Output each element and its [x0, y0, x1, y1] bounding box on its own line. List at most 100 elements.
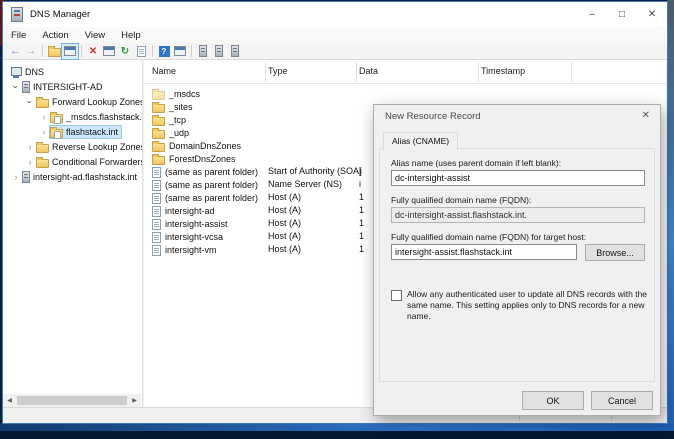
tree-item-dns[interactable]: DNS — [3, 64, 142, 79]
record-icon — [152, 219, 161, 230]
tree-horizontal-scrollbar[interactable]: ◀ ▶ — [3, 394, 141, 407]
record-name: (same as parent folder) — [165, 180, 258, 190]
record-name: _tcp — [169, 115, 186, 125]
column-separator[interactable] — [356, 62, 357, 82]
cancel-button[interactable]: Cancel — [591, 391, 653, 410]
record-name: (same as parent folder) — [165, 167, 258, 177]
server-icon — [22, 171, 30, 183]
record-type: Host (A) — [268, 205, 301, 215]
scroll-left-icon[interactable]: ◀ — [3, 397, 16, 404]
folder-icon — [36, 144, 49, 153]
record-data: i — [359, 179, 361, 189]
tree-item-label: flashstack.int — [63, 126, 121, 138]
properties-icon — [103, 46, 115, 56]
tree-item-intersight-ad-flashstack-int[interactable]: › intersight-ad.flashstack.int — [3, 169, 142, 184]
toolbar-separator — [81, 45, 82, 57]
delete-button[interactable]: ✕ — [85, 44, 101, 59]
column-separator[interactable] — [265, 62, 266, 82]
server-tool-icon — [215, 45, 223, 57]
chevron-down-icon[interactable]: › — [25, 96, 35, 108]
selected-tree-item: flashstack.int — [50, 126, 121, 138]
toolbar-extra-button-1[interactable] — [195, 44, 211, 59]
menu-view[interactable]: View — [77, 30, 113, 41]
folder-up-icon — [48, 48, 61, 57]
toolbar-extra-button-3[interactable] — [227, 44, 243, 59]
maximize-button[interactable]: □ — [607, 2, 637, 27]
chevron-right-icon[interactable]: › — [10, 172, 22, 182]
browse-button[interactable]: Browse... — [585, 244, 645, 261]
record-type: Host (A) — [268, 192, 301, 202]
server-icon — [22, 81, 30, 93]
scroll-right-icon[interactable]: ▶ — [128, 397, 141, 404]
window-title: DNS Manager — [30, 2, 90, 27]
tree-item-intersight-ad[interactable]: › INTERSIGHT-AD — [3, 79, 142, 94]
dialog-title-bar[interactable]: New Resource Record ✕ — [374, 105, 660, 129]
menu-help[interactable]: Help — [113, 30, 149, 41]
refresh-button[interactable]: ↻ — [117, 44, 133, 59]
tree-item-label: INTERSIGHT-AD — [30, 81, 106, 93]
toolbar-separator — [191, 45, 192, 57]
column-header-name[interactable]: Name — [152, 66, 176, 76]
menu-file[interactable]: File — [3, 30, 34, 41]
fqdn-label: Fully qualified domain name (FQDN): — [391, 195, 531, 205]
server-tool-icon — [231, 45, 239, 57]
export-list-button[interactable] — [133, 44, 149, 59]
chevron-right-icon[interactable]: › — [38, 112, 50, 122]
record-name: (same as parent folder) — [165, 193, 258, 203]
folder-icon — [152, 104, 165, 113]
dialog-tab-panel: Alias name (uses parent domain if left b… — [379, 148, 655, 382]
column-header-data[interactable]: Data — [359, 66, 378, 76]
record-name: ForestDnsZones — [169, 154, 236, 164]
show-action-pane-button[interactable] — [172, 44, 188, 59]
ok-button[interactable]: OK — [522, 391, 584, 410]
show-console-tree-button[interactable] — [62, 44, 78, 59]
target-host-input[interactable] — [391, 244, 577, 260]
tab-alias-cname[interactable]: Alias (CNAME) — [383, 132, 458, 151]
help-button[interactable]: ? — [156, 44, 172, 59]
record-name: intersight-ad — [165, 206, 215, 216]
minimize-button[interactable]: – — [577, 2, 607, 27]
title-bar[interactable]: DNS Manager – □ ✕ — [3, 2, 667, 27]
tree-item-conditional-forwarders[interactable]: › Conditional Forwarders — [3, 154, 142, 169]
tree-item-forward-lookup-zones[interactable]: › Forward Lookup Zones — [3, 94, 142, 109]
chevron-down-icon[interactable]: › — [11, 81, 21, 93]
column-header-timestamp[interactable]: Timestamp — [481, 66, 525, 76]
folder-icon — [152, 156, 165, 165]
record-data: [ — [359, 166, 362, 176]
list-row[interactable]: _msdcs — [144, 87, 666, 100]
dialog-close-icon[interactable]: ✕ — [642, 110, 650, 121]
column-separator[interactable] — [571, 62, 572, 82]
record-icon — [152, 245, 161, 256]
tree-item-flashstack-int[interactable]: › flashstack.int — [3, 124, 142, 139]
toolbar-extra-button-2[interactable] — [211, 44, 227, 59]
back-icon[interactable]: ← — [7, 44, 23, 59]
record-icon — [152, 232, 161, 243]
scrollbar-thumb[interactable] — [17, 396, 127, 405]
checkbox-unchecked-icon[interactable] — [391, 290, 402, 301]
folder-icon — [152, 130, 165, 139]
tree-item-msdcs-flashstack-int[interactable]: › _msdcs.flashstack.int — [3, 109, 142, 124]
forward-icon[interactable]: → — [23, 44, 39, 59]
desktop-background — [667, 0, 674, 439]
checkbox-label: Allow any authenticated user to update a… — [407, 289, 648, 322]
tree-item-reverse-lookup-zones[interactable]: › Reverse Lookup Zones — [3, 139, 142, 154]
record-type: Name Server (NS) — [268, 179, 342, 189]
up-one-level-button[interactable] — [46, 44, 62, 59]
column-header-type[interactable]: Type — [268, 66, 288, 76]
chevron-right-icon[interactable]: › — [38, 127, 50, 137]
folder-icon — [152, 117, 165, 126]
folder-icon — [152, 143, 165, 152]
column-separator[interactable] — [478, 62, 479, 82]
close-button[interactable]: ✕ — [637, 2, 667, 27]
toolbar: ← → ✕ ↻ ? — [3, 43, 667, 60]
menu-action[interactable]: Action — [34, 30, 76, 41]
properties-button[interactable] — [101, 44, 117, 59]
dialog-title: New Resource Record — [385, 111, 481, 122]
chevron-right-icon[interactable]: › — [24, 157, 36, 167]
chevron-right-icon[interactable]: › — [24, 142, 36, 152]
record-name: _sites — [169, 102, 193, 112]
alias-name-label: Alias name (uses parent domain if left b… — [391, 158, 561, 168]
dns-manager-icon — [11, 7, 23, 22]
record-name: _udp — [169, 128, 189, 138]
alias-name-input[interactable] — [391, 170, 645, 186]
